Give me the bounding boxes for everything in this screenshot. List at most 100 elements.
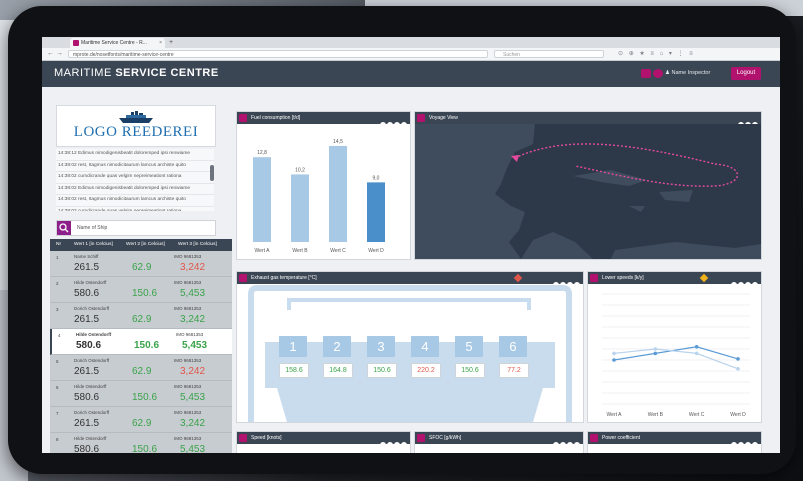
url-bar[interactable]: mprote.de/nosetfonts/maritime-service-ce…: [68, 50, 488, 58]
data-point[interactable]: [694, 351, 699, 356]
message-item[interactable]: 14:38:12 Edimus nimodigenisbeatit dolore…: [56, 149, 214, 161]
panel-controls[interactable]: [552, 275, 580, 288]
panel-controls[interactable]: [730, 435, 758, 448]
ship-name: Dorich Ostendorff: [74, 306, 110, 311]
data-point[interactable]: [694, 345, 699, 349]
bar[interactable]: [291, 174, 309, 242]
landmass-south-america: [611, 242, 761, 259]
panel-title: SFOC [g/kWh]: [429, 435, 462, 441]
value-3: 5,453: [182, 340, 208, 351]
message-log[interactable]: 14:38:12 Edimus nimodigenisbeatit dolore…: [56, 149, 214, 211]
data-point[interactable]: [653, 347, 658, 351]
bar[interactable]: [367, 182, 385, 242]
data-point[interactable]: [612, 351, 616, 356]
panel-controls[interactable]: [737, 115, 758, 128]
cylinder-5[interactable]: 5: [455, 336, 483, 357]
message-item[interactable]: 14:38:02 cumdicrande quas velgim nepreim…: [56, 172, 214, 184]
row-number: 8: [56, 437, 59, 442]
panel-header: Voyage View: [415, 112, 761, 128]
voyage-map[interactable]: [415, 124, 761, 259]
column-header-wert2[interactable]: Wert 2 [in Celcius]: [126, 239, 165, 251]
info-icon[interactable]: [553, 442, 559, 448]
logout-button[interactable]: Logout: [731, 67, 761, 80]
close-icon[interactable]: [752, 442, 758, 448]
category-label: Wert C: [330, 248, 346, 254]
close-tab-icon[interactable]: ×: [159, 38, 162, 48]
panel-header: Power coefficient: [588, 432, 761, 448]
close-icon[interactable]: [574, 442, 580, 448]
user-name[interactable]: ♟ Name Inspector: [665, 70, 710, 76]
column-header-nr[interactable]: Nr: [56, 239, 61, 251]
ship-search-input[interactable]: Name of Ship: [56, 220, 216, 236]
browser-search-input[interactable]: Suchen: [494, 50, 604, 58]
info-icon[interactable]: [380, 442, 386, 448]
category-label: Wert C: [689, 412, 705, 418]
landmass-jamaica: [629, 206, 645, 212]
app-screen: Maritime Service Centre - R... × + ← → m…: [42, 37, 780, 453]
value-1: 580.6: [74, 392, 100, 403]
data-point[interactable]: [612, 358, 616, 362]
value-2: 62.9: [132, 314, 152, 325]
table-row[interactable]: 2 Hilde Ostendorff IMO 9681353 580.6 150.6 5,…: [50, 277, 232, 303]
table-row[interactable]: 4 Hilde Ostendorff IMO 9681353 580.6 150.6 5,…: [50, 329, 232, 355]
message-item[interactable]: 14:38:02 rest, Itagmus nimodicitaurum la…: [56, 161, 214, 172]
landmass-central-america: [521, 232, 593, 259]
back-icon[interactable]: ←: [47, 48, 54, 60]
settings-icon[interactable]: [560, 442, 566, 448]
forward-icon[interactable]: →: [56, 48, 63, 60]
table-row[interactable]: 6 Hilde Ostendorff IMO 9681353 580.6 150.6 5,…: [50, 381, 232, 407]
expand-icon[interactable]: [745, 442, 751, 448]
value-2: 150.6: [132, 392, 158, 403]
browser-tab[interactable]: Maritime Service Centre - R... ×: [70, 38, 165, 48]
message-item[interactable]: 14:38:02 cumdicrande quas velgim nepreim…: [56, 207, 214, 212]
settings-icon[interactable]: [653, 69, 663, 78]
column-header-wert3[interactable]: Wert 3 [in Celcius]: [178, 239, 217, 251]
table-row[interactable]: 5 Dorich Ostendorff IMO 9681353 261.5 62.9 3,…: [50, 355, 232, 381]
data-point[interactable]: [653, 351, 658, 356]
data-point[interactable]: [736, 357, 740, 361]
info-icon[interactable]: [731, 442, 737, 448]
panel-controls[interactable]: [552, 435, 580, 448]
ship-name: Name Schiff: [74, 254, 99, 259]
data-point[interactable]: [736, 367, 740, 371]
warning-icon: [699, 273, 709, 283]
cylinder-2[interactable]: 2: [323, 336, 351, 357]
panel-controls[interactable]: [379, 115, 407, 128]
value-1: 580.6: [76, 340, 102, 351]
message-icon[interactable]: [641, 69, 651, 78]
expand-icon[interactable]: [567, 442, 573, 448]
cylinder-6[interactable]: 6: [499, 336, 527, 357]
cylinder-1[interactable]: 1: [279, 336, 307, 357]
browser-toolbar-icons[interactable]: ⊙ ⊕ ★ ≡ ⌂ ▾ ⋮ ≡: [618, 48, 695, 60]
message-item[interactable]: 14:38:02 rest, Itagmus nimodicitaurum la…: [56, 195, 214, 207]
value-1: 580.6: [74, 444, 100, 453]
table-row[interactable]: 8 Hilde Ostendorff IMO 9681353 580.6 150.6 5,…: [50, 433, 232, 453]
ship-name: Hilde Ostendorff: [76, 332, 112, 337]
landmass-cuba: [573, 170, 647, 186]
table-row[interactable]: 7 Dorich Ostendorff IMO 9681353 261.5 62.9 3,…: [50, 407, 232, 433]
value-2: 62.9: [132, 418, 152, 429]
settings-icon[interactable]: [738, 442, 744, 448]
bar[interactable]: [253, 157, 271, 242]
search-icon[interactable]: [57, 221, 71, 235]
cylinder-3[interactable]: 3: [367, 336, 395, 357]
chart-icon: [590, 274, 598, 282]
settings-icon[interactable]: [387, 442, 393, 448]
column-header-wert1[interactable]: Wert 1 [in Celcius]: [74, 239, 113, 251]
message-item[interactable]: 14:38:02 Edimus nimodigenisbeatit dolore…: [56, 184, 214, 195]
panel-controls[interactable]: [730, 275, 758, 288]
category-label: Wert B: [292, 248, 308, 254]
new-tab-button[interactable]: +: [169, 38, 173, 47]
cylinder-4[interactable]: 4: [411, 336, 439, 357]
panel-controls[interactable]: [379, 435, 407, 448]
table-row[interactable]: 3 Dorich Ostendorff IMO 9681353 261.5 62.9 3,…: [50, 303, 232, 329]
close-icon[interactable]: [401, 442, 407, 448]
voyage-panel: Voyage View: [414, 111, 762, 260]
bar[interactable]: [329, 145, 347, 242]
table-row[interactable]: 1 Name Schiff IMO 9681353 261.5 62.9 3,242: [50, 251, 232, 277]
speed-icon: [239, 434, 247, 442]
value-3: 5,453: [180, 288, 206, 299]
expand-icon[interactable]: [394, 442, 400, 448]
imo-number: IMO 9681353: [174, 280, 202, 285]
scrollbar[interactable]: [210, 165, 214, 181]
